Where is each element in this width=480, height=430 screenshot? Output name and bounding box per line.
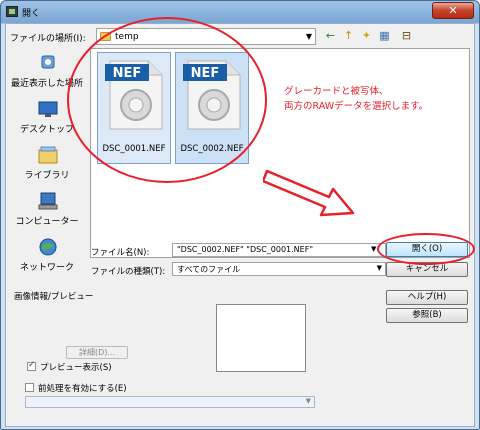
preview-group-label: 画像情報/プレビュー	[14, 292, 94, 302]
computer-icon	[38, 192, 58, 210]
preview-checkbox-label: プレビュー表示(S)	[40, 363, 112, 373]
up-folder-icon[interactable]: ↑	[342, 29, 355, 42]
new-folder-icon[interactable]: ✦	[360, 29, 373, 42]
open-dialog-window: 開く ✕ ファイルの場所(I): temp ▼ ← ↑ ✦ ▦ ⊟ 最近表示した…	[0, 0, 480, 430]
open-button-highlight-ellipse	[377, 233, 475, 265]
back-icon[interactable]: ←	[324, 29, 337, 42]
red-arrow-icon	[263, 169, 355, 217]
close-button[interactable]: ✕	[432, 2, 474, 19]
preview-image-box	[216, 304, 306, 372]
preview-checkbox[interactable]	[27, 360, 36, 371]
lookin-label: ファイルの場所(I):	[10, 34, 86, 44]
chevron-down-icon: ▼	[305, 397, 311, 405]
help-button[interactable]: ヘルプ(H)	[386, 290, 468, 305]
place-label: ネットワーク	[19, 263, 74, 273]
recent-places-icon	[41, 55, 55, 69]
filename-input[interactable]: "DSC_0002.NEF" "DSC_0001.NEF"	[172, 243, 386, 257]
place-computer[interactable]: コンピューター	[9, 192, 85, 238]
library-icon	[38, 146, 58, 164]
preprocess-checkbox[interactable]	[25, 383, 34, 392]
chevron-down-icon: ▼	[305, 32, 312, 41]
folder-nav-icon[interactable]: ⊟	[400, 29, 413, 42]
place-label: コンピューター	[15, 217, 79, 227]
views-menu-icon[interactable]: ▦	[378, 29, 391, 42]
annotation-line-1: グレーカードと被写体、	[284, 86, 389, 97]
detail-button[interactable]: 詳細(D)...	[66, 346, 128, 359]
chevron-down-icon[interactable]: ▼	[371, 245, 376, 253]
desktop-icon	[38, 101, 58, 117]
preview-group: 画像情報/プレビュー 詳細(D)... プレビュー表示(S)	[10, 292, 372, 410]
browse-button[interactable]: 参照(B)	[386, 308, 468, 323]
place-label: ライブラリ	[24, 171, 70, 181]
app-icon	[6, 6, 18, 17]
place-network[interactable]: ネットワーク	[9, 238, 85, 284]
place-libraries[interactable]: ライブラリ	[9, 146, 85, 192]
instruction-annotation: グレーカードと被写体、 両方のRAWデータを選択します。	[284, 84, 474, 114]
filetype-dropdown[interactable]: すべてのファイル ▼	[172, 262, 386, 276]
chevron-down-icon: ▼	[376, 264, 382, 272]
title-bar[interactable]: 開く ✕	[1, 1, 479, 23]
window-title: 開く	[22, 9, 41, 19]
preprocess-dropdown[interactable]: ▼	[25, 396, 315, 408]
filename-label: ファイル名(N):	[91, 248, 150, 258]
annotation-line-2: 両方のRAWデータを選択します。	[284, 101, 429, 112]
filetype-label: ファイルの種類(T):	[91, 267, 166, 277]
network-globe-icon	[39, 238, 57, 256]
filetype-value: すべてのファイル	[177, 265, 241, 274]
selection-highlight-ellipse	[67, 17, 267, 183]
preprocess-checkbox-label: 前処理を有効にする(E)	[38, 384, 127, 394]
